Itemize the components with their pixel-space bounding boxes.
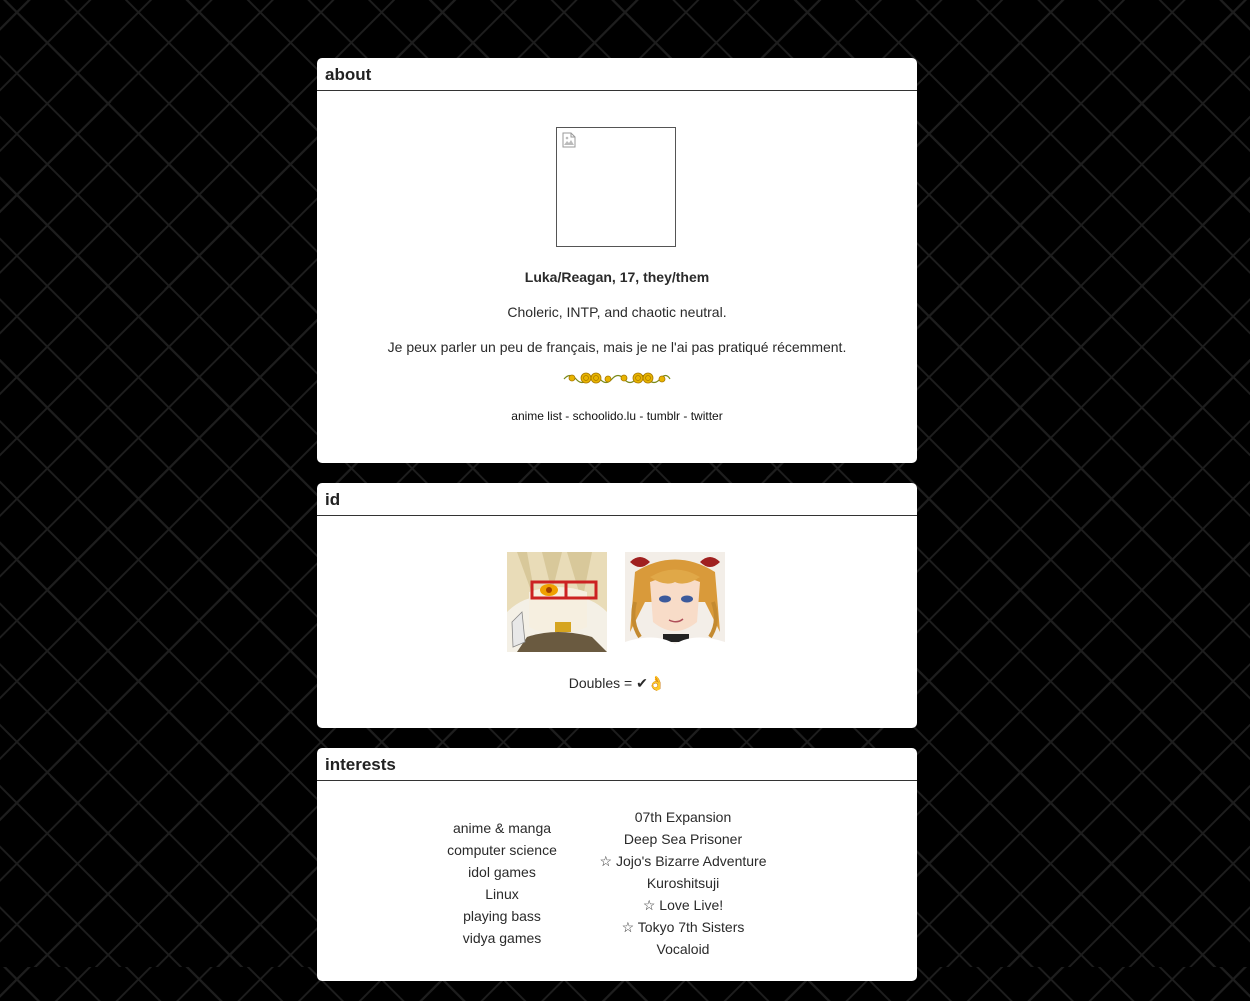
list-item: computer science: [447, 842, 557, 858]
id-panel-body: Doubles = ✔👌: [317, 516, 917, 728]
list-item: idol games: [468, 864, 536, 880]
list-item: ☆ Love Live!: [642, 897, 724, 913]
interests-panel-body: anime & manga computer science idol game…: [317, 781, 917, 981]
tumblr-link[interactable]: tumblr: [647, 409, 680, 423]
list-item: ☆ Tokyo 7th Sisters: [621, 919, 745, 935]
temperament-text: Choleric, INTP, and chaotic neutral.: [507, 304, 727, 320]
twitter-link[interactable]: twitter: [691, 409, 723, 423]
interests-panel: interests anime & manga computer science…: [317, 748, 917, 981]
flower-divider-icon: [317, 370, 917, 389]
list-item: Deep Sea Prisoner: [623, 831, 743, 847]
list-item: playing bass: [463, 908, 541, 924]
interests-panel-title: interests: [317, 748, 917, 781]
about-panel-body: Luka/Reagan, 17, they/them Choleric, INT…: [317, 91, 917, 463]
general-interests-list: anime & manga computer science idol game…: [422, 817, 582, 949]
schoolidolu-link[interactable]: schoolido.lu: [573, 409, 636, 423]
character-avatar-left: [507, 552, 607, 652]
id-panel: id Doubles = ✔👌: [317, 483, 917, 728]
fandom-interests-list: 07th Expansion Deep Sea Prisoner ☆ Jojo'…: [583, 806, 783, 960]
social-links: anime list - schoolido.lu - tumblr - twi…: [317, 409, 917, 423]
anime-list-link[interactable]: anime list: [511, 409, 562, 423]
french-text: Je peux parler un peu de français, mais …: [387, 339, 847, 355]
about-panel-title: about: [317, 58, 917, 91]
broken-image-icon: [562, 132, 576, 148]
list-item: Kuroshitsuji: [646, 875, 720, 891]
list-item: Linux: [485, 886, 519, 902]
list-item: Vocaloid: [656, 941, 710, 957]
profile-image-placeholder: [556, 127, 676, 247]
list-item: vidya games: [462, 930, 542, 946]
id-panel-title: id: [317, 483, 917, 516]
about-panel: about Luka/Reagan, 17, they/them Choleri…: [317, 58, 917, 463]
list-item: 07th Expansion: [634, 809, 732, 825]
name-pronouns: Luka/Reagan, 17, they/them: [524, 269, 710, 285]
doubles-text: Doubles = ✔👌: [568, 675, 666, 691]
list-item: anime & manga: [452, 820, 552, 836]
content-column: about Luka/Reagan, 17, they/them Choleri…: [317, 58, 917, 1001]
link-separator: -: [636, 409, 647, 423]
link-separator: -: [561, 409, 573, 423]
list-item: ☆ Jojo's Bizarre Adventure: [599, 853, 767, 869]
character-avatar-right: [625, 552, 725, 652]
link-separator: -: [680, 409, 691, 423]
